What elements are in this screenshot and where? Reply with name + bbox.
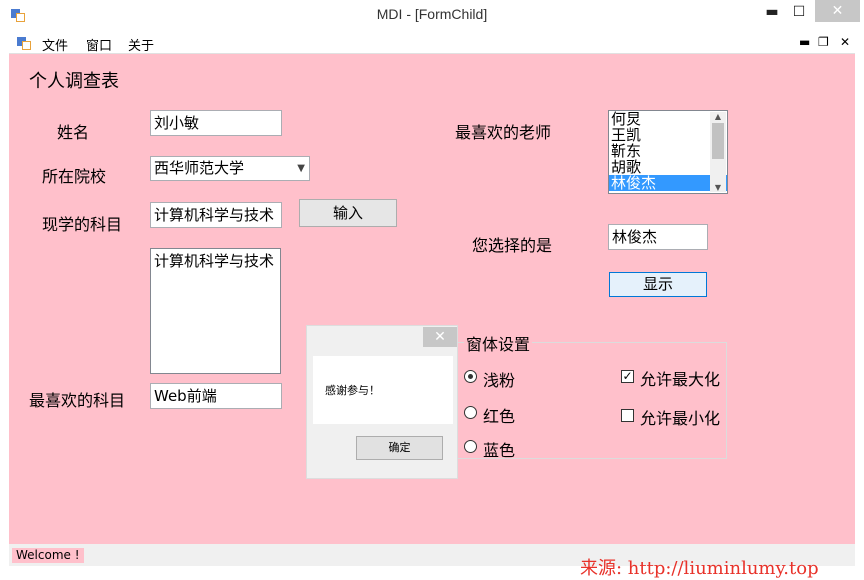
dialog-message: 感谢参与！ [325, 384, 380, 397]
menu-file[interactable]: 文件 [42, 35, 68, 54]
status-text: Welcome ! [12, 548, 84, 563]
chevron-down-icon: ▼ [297, 163, 305, 174]
allow-minimize-label[interactable]: 允许最小化 [640, 405, 720, 429]
teacher-label: 最喜欢的老师 [455, 123, 552, 142]
teacher-listbox[interactable]: 何炅 王凯 靳东 胡歌 林俊杰 ▲ ▼ [608, 110, 728, 194]
chosen-label: 您选择的是 [472, 236, 553, 255]
subject-label: 现学的科目 [42, 215, 123, 234]
watermark: 来源: http://liuminlumy.top [580, 558, 819, 579]
listbox-scrollbar[interactable]: ▲ ▼ [710, 112, 726, 192]
allow-minimize-checkbox[interactable] [621, 409, 634, 422]
allow-maximize-label[interactable]: 允许最大化 [640, 366, 720, 390]
school-select-value: 西华师范大学 [154, 159, 245, 177]
form-title: 个人调查表 [29, 71, 119, 92]
child-close-button[interactable]: ✕ [840, 35, 850, 49]
title-bar: MDI - [FormChild] ▬ ☐ ✕ [0, 0, 864, 32]
message-dialog: ✕ 感谢参与！ 确定 [306, 325, 458, 479]
show-button[interactable]: 显示 [609, 272, 707, 297]
radio-pink[interactable] [464, 370, 477, 383]
subject-input[interactable]: 计算机科学与技术 [150, 202, 282, 228]
dialog-close-button[interactable]: ✕ [423, 327, 457, 347]
radio-blue[interactable] [464, 440, 477, 453]
menu-window[interactable]: 窗口 [86, 35, 112, 54]
dialog-ok-button[interactable]: 确定 [356, 436, 443, 460]
dialog-body: 感谢参与！ [313, 356, 453, 424]
allow-maximize-checkbox[interactable]: ✓ [621, 370, 634, 383]
name-label: 姓名 [57, 123, 90, 142]
fav-subject-label: 最喜欢的科目 [29, 391, 126, 410]
school-label: 所在院校 [42, 167, 107, 186]
child-icon[interactable] [17, 36, 31, 50]
scroll-up-icon[interactable]: ▲ [710, 112, 726, 121]
radio-pink-label[interactable]: 浅粉 [483, 367, 515, 391]
radio-red-label[interactable]: 红色 [483, 403, 515, 427]
minimize-button[interactable]: ▬ [757, 0, 787, 24]
menu-about[interactable]: 关于 [128, 35, 154, 54]
maximize-button[interactable]: ☐ [784, 0, 814, 24]
input-button[interactable]: 输入 [299, 199, 397, 227]
scroll-down-icon[interactable]: ▼ [710, 183, 726, 192]
child-restore-button[interactable]: ❐ [818, 35, 829, 49]
radio-red[interactable] [464, 406, 477, 419]
name-input[interactable]: 刘小敏 [150, 110, 282, 136]
school-select[interactable]: 西华师范大学 ▼ [150, 156, 310, 181]
chosen-output[interactable]: 林俊杰 [608, 224, 708, 250]
window-title: MDI - [FormChild] [376, 6, 488, 22]
radio-blue-label[interactable]: 蓝色 [483, 437, 515, 461]
subjects-textarea[interactable]: 计算机科学与技术 [150, 248, 281, 374]
fav-subject-input[interactable]: Web前端 [150, 383, 282, 409]
close-button[interactable]: ✕ [815, 0, 860, 22]
check-icon: ✓ [622, 369, 633, 383]
scroll-thumb[interactable] [712, 123, 724, 159]
child-minimize-button[interactable]: ▬ [799, 35, 810, 49]
settings-title: 窗体设置 [464, 331, 533, 355]
menu-bar: 文件 窗口 关于 ▬ ❐ ✕ [9, 32, 855, 54]
